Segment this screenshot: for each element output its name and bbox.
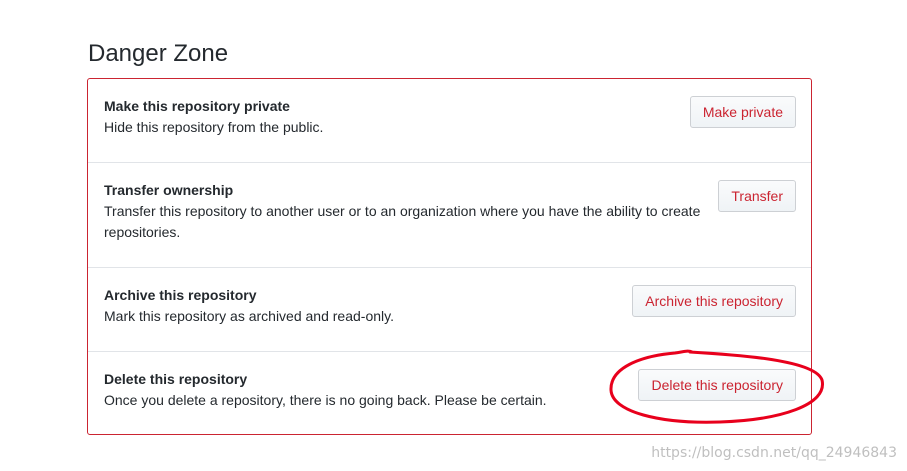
archive-repository-button[interactable]: Archive this repository — [632, 285, 796, 317]
watermark: https://blog.csdn.net/qq_24946843 — [651, 445, 897, 461]
danger-zone-box: Make this repository private Hide this r… — [87, 78, 812, 435]
transfer-button[interactable]: Transfer — [718, 180, 796, 212]
delete-repository-button[interactable]: Delete this repository — [638, 369, 796, 401]
make-private-button[interactable]: Make private — [689, 96, 796, 128]
danger-zone-heading: Danger Zone — [88, 40, 229, 67]
archive-repository-title: Archive this repository — [104, 287, 257, 303]
transfer-ownership-title: Transfer ownership — [104, 182, 234, 198]
delete-repository-title: Delete this repository — [104, 371, 248, 387]
archive-repository-description: Mark this repository as archived and rea… — [104, 308, 394, 324]
archive-repository-row: Archive this repository Mark this reposi… — [88, 267, 811, 352]
make-private-row: Make this repository private Hide this r… — [88, 79, 811, 163]
delete-repository-row: Delete this repository Once you delete a… — [88, 351, 811, 434]
make-private-title: Make this repository private — [104, 98, 290, 114]
transfer-ownership-description: Transfer this repository to another user… — [104, 203, 701, 240]
delete-repository-description: Once you delete a repository, there is n… — [104, 392, 547, 408]
make-private-description: Hide this repository from the public. — [104, 119, 324, 135]
transfer-ownership-row: Transfer ownership Transfer this reposit… — [88, 162, 811, 268]
